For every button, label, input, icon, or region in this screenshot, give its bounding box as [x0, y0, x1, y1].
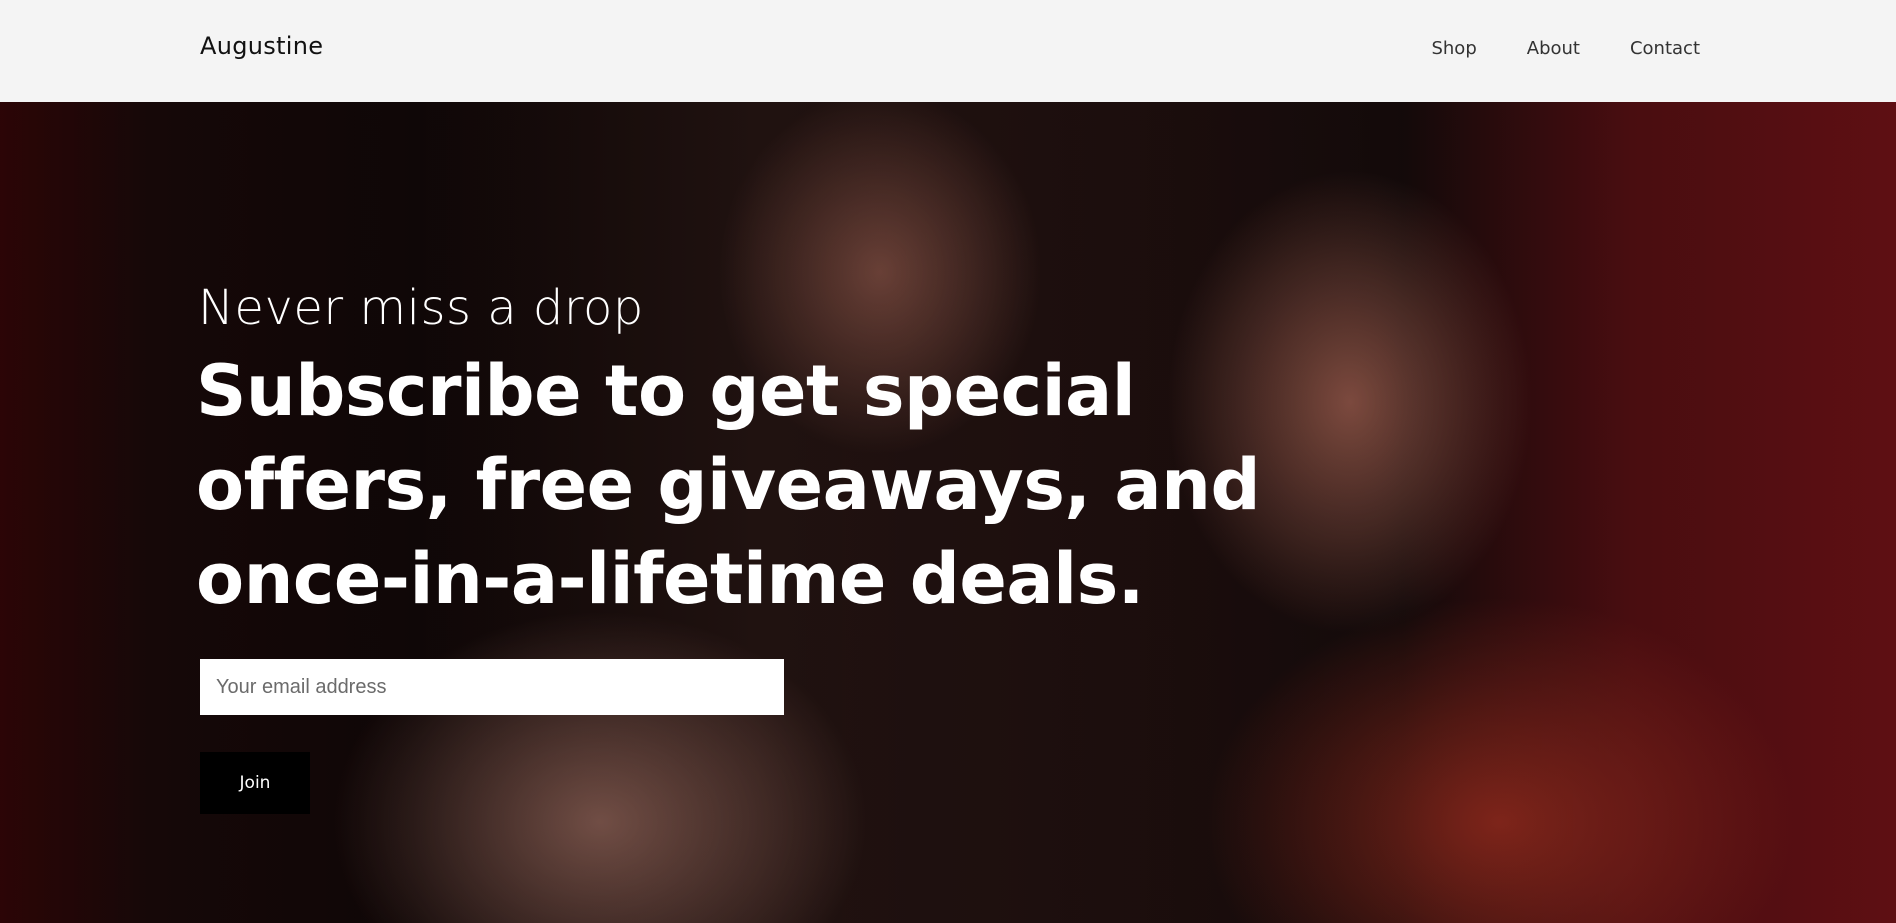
hero-eyebrow: Never miss a drop: [198, 280, 644, 336]
headline-line: once-in-a-lifetime deals.: [196, 538, 1144, 620]
nav-link-contact[interactable]: Contact: [1630, 38, 1700, 59]
brand-logo[interactable]: Augustine: [200, 32, 323, 60]
main-nav: Shop About Contact: [1431, 38, 1700, 59]
join-button[interactable]: Join: [200, 752, 310, 814]
nav-link-about[interactable]: About: [1527, 38, 1580, 59]
email-input[interactable]: [200, 659, 784, 715]
nav-link-shop[interactable]: Shop: [1431, 38, 1476, 59]
hero-headline: Subscribe to get special offers, free gi…: [196, 344, 1296, 626]
site-header: Augustine Shop About Contact: [0, 0, 1896, 102]
headline-line: Subscribe to get special: [196, 350, 1136, 432]
hero-section: Never miss a drop Subscribe to get speci…: [0, 102, 1896, 923]
headline-line: offers, free giveaways, and: [196, 444, 1261, 526]
